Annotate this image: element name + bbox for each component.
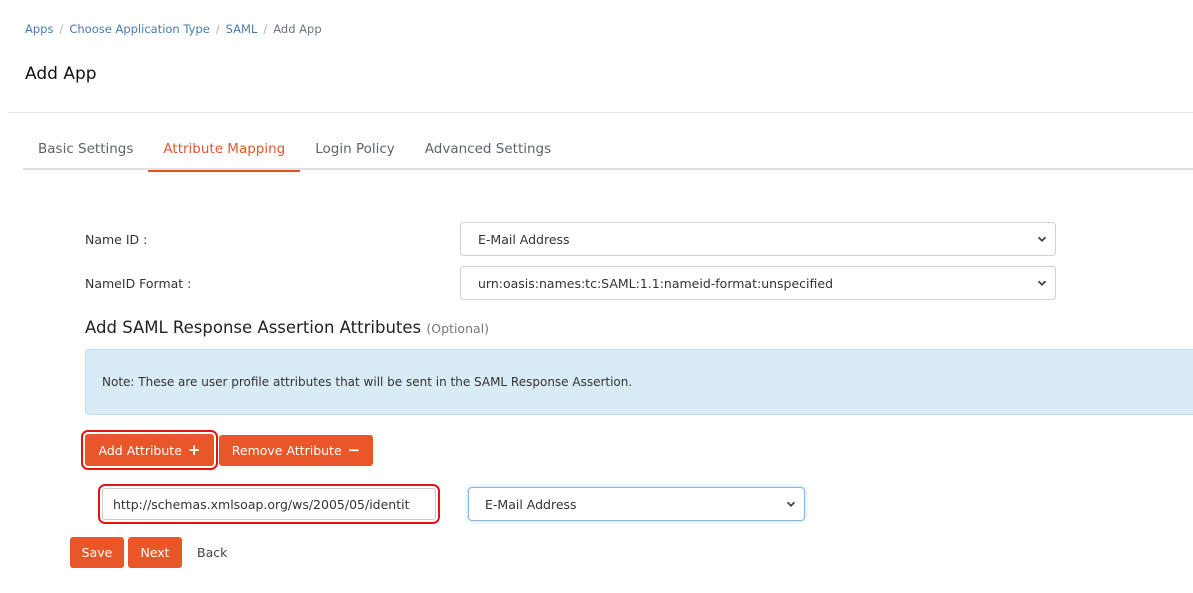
next-button[interactable]: Next [128, 537, 182, 568]
nameid-format-row: NameID Format : urn:oasis:names:tc:SAML:… [85, 266, 1056, 300]
chevron-down-icon [786, 501, 796, 507]
settings-tabs: Basic Settings Attribute Mapping Login P… [23, 130, 1193, 172]
attribute-value: E-Mail Address [485, 496, 577, 512]
add-attribute-label: Add Attribute [98, 442, 182, 458]
attribute-name-input[interactable] [98, 484, 440, 524]
tab-attribute-mapping[interactable]: Attribute Mapping [148, 130, 301, 172]
back-link[interactable]: Back [197, 545, 227, 560]
header-divider [8, 112, 1193, 113]
add-attribute-button[interactable]: Add Attribute + [81, 430, 218, 470]
name-id-label: Name ID : [85, 231, 148, 247]
section-title-text: Add SAML Response Assertion Attributes [85, 318, 422, 337]
breadcrumb-choose-application-type[interactable]: Choose Application Type [69, 22, 209, 36]
nameid-format-value: urn:oasis:names:tc:SAML:1.1:nameid-forma… [478, 275, 834, 291]
breadcrumb-saml[interactable]: SAML [226, 22, 258, 36]
breadcrumb-separator: / [59, 22, 64, 36]
breadcrumb-separator: / [263, 22, 268, 36]
optional-label: (Optional) [426, 321, 489, 336]
name-id-row: Name ID : E-Mail Address [85, 222, 1056, 256]
minus-icon: − [347, 441, 361, 459]
nameid-format-label: NameID Format : [85, 275, 192, 291]
nameid-format-select[interactable]: urn:oasis:names:tc:SAML:1.1:nameid-forma… [460, 266, 1056, 300]
chevron-down-icon [1037, 280, 1047, 286]
breadcrumb-separator: / [215, 22, 220, 36]
name-id-value: E-Mail Address [478, 231, 570, 247]
remove-attribute-label: Remove Attribute [231, 443, 342, 458]
tab-basic-settings[interactable]: Basic Settings [23, 130, 148, 170]
breadcrumb-current: Add App [273, 22, 322, 36]
info-note: Note: These are user profile attributes … [85, 349, 1193, 415]
remove-attribute-button[interactable]: Remove Attribute − [219, 435, 373, 466]
breadcrumb-apps[interactable]: Apps [25, 22, 53, 36]
save-button[interactable]: Save [70, 537, 124, 568]
attribute-value-select[interactable]: E-Mail Address [468, 487, 805, 521]
chevron-down-icon [1037, 236, 1047, 242]
plus-icon: + [187, 440, 201, 459]
section-title: Add SAML Response Assertion Attributes (… [85, 318, 489, 337]
breadcrumb: Apps / Choose Application Type / SAML / … [25, 22, 322, 36]
name-id-select[interactable]: E-Mail Address [460, 222, 1056, 256]
info-note-text: Note: These are user profile attributes … [102, 375, 633, 389]
tab-advanced-settings[interactable]: Advanced Settings [410, 130, 566, 170]
tab-login-policy[interactable]: Login Policy [300, 130, 410, 170]
page-title: Add App [25, 64, 97, 84]
